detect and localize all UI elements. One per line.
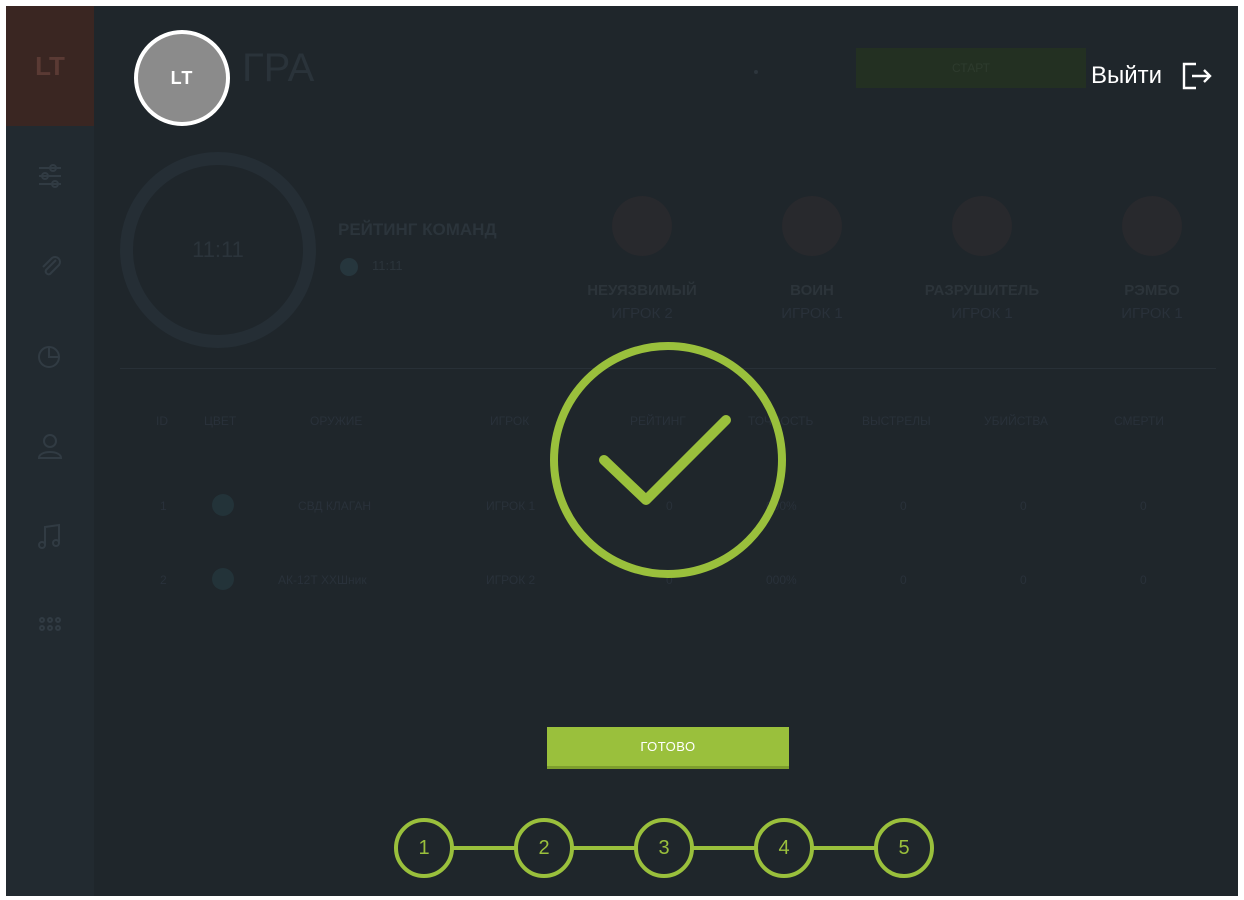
music-icon[interactable] bbox=[6, 516, 94, 556]
start-button[interactable]: СТАРТ bbox=[856, 48, 1086, 88]
cell-deaths: 0 bbox=[1140, 499, 1147, 513]
player-color-dot bbox=[212, 568, 234, 590]
cell-weapon: СВД КЛАГАН bbox=[298, 499, 372, 513]
check-circle-icon bbox=[546, 338, 790, 587]
user-icon[interactable] bbox=[6, 426, 94, 466]
user-avatar[interactable]: LT bbox=[134, 30, 230, 126]
ammo-belt-icon bbox=[1122, 196, 1182, 256]
player-color-dot bbox=[212, 494, 234, 516]
apps-grid-icon[interactable] bbox=[6, 606, 94, 646]
cell-deaths: 0 bbox=[1140, 573, 1147, 587]
column-header: ID bbox=[156, 414, 168, 428]
fist-icon bbox=[952, 196, 1012, 256]
cell-shots: 0 bbox=[900, 573, 907, 587]
column-header: ОРУЖИЕ bbox=[310, 414, 363, 428]
team-rating-title: РЕЙТИНГ КОМАНД bbox=[338, 220, 497, 239]
column-header: ВЫСТРЕЛЫ bbox=[862, 414, 931, 428]
cell-id: 2 bbox=[160, 573, 167, 587]
award-warrior: ВОИН ИГРОК 1 bbox=[732, 196, 892, 322]
step-indicator: 1 2 3 4 5 bbox=[394, 818, 942, 878]
cell-weapon: АК-12Т ХХШник bbox=[278, 573, 367, 587]
exit-button[interactable]: Выйти bbox=[1091, 58, 1214, 94]
sidebar: LT bbox=[6, 6, 94, 896]
award-player: ИГРОК 1 bbox=[951, 305, 1013, 322]
cell-player: ИГРОК 2 bbox=[486, 573, 536, 587]
award-title: ВОИН bbox=[790, 282, 834, 299]
paperclip-icon[interactable] bbox=[6, 246, 94, 286]
cell-kills: 0 bbox=[1020, 573, 1027, 587]
cell-shots: 0 bbox=[900, 499, 907, 513]
step-4[interactable]: 4 bbox=[754, 818, 814, 878]
pie-chart-icon[interactable] bbox=[6, 336, 94, 376]
exit-label: Выйти bbox=[1090, 62, 1162, 89]
step-3[interactable]: 3 bbox=[634, 818, 694, 878]
award-invulnerable: НЕУЯЗВИМЫЙ ИГРОК 2 bbox=[562, 196, 722, 322]
award-title: РЭМБО bbox=[1124, 282, 1180, 299]
cell-id: 1 bbox=[160, 499, 167, 513]
column-header: ЦВЕТ bbox=[204, 414, 237, 428]
star-wreath-icon bbox=[782, 196, 842, 256]
team-color-dot bbox=[340, 258, 358, 276]
done-button[interactable]: ГОТОВО bbox=[547, 727, 789, 769]
column-header: УБИЙСТВА bbox=[984, 414, 1048, 428]
award-rambo: РЭМБО ИГРОК 1 bbox=[1072, 196, 1232, 322]
settings-sliders-icon[interactable] bbox=[6, 156, 94, 196]
team-rating-value: 11:11 bbox=[372, 258, 403, 273]
column-header: ИГРОК bbox=[490, 414, 530, 428]
cell-player: ИГРОК 1 bbox=[486, 499, 536, 513]
page-title: ГРА bbox=[242, 46, 315, 90]
shield-star-icon bbox=[612, 196, 672, 256]
column-header: СМЕРТИ bbox=[1114, 414, 1164, 428]
exit-icon bbox=[1178, 58, 1214, 94]
step-2[interactable]: 2 bbox=[514, 818, 574, 878]
step-5[interactable]: 5 bbox=[874, 818, 934, 878]
award-player: ИГРОК 2 bbox=[611, 305, 673, 322]
award-player: ИГРОК 1 bbox=[781, 305, 843, 322]
step-1[interactable]: 1 bbox=[394, 818, 454, 878]
award-title: РАЗРУШИТЕЛЬ bbox=[924, 282, 1040, 299]
sidebar-logo: LT bbox=[6, 6, 94, 126]
award-player: ИГРОК 1 bbox=[1121, 305, 1183, 322]
award-destroyer: РАЗРУШИТЕЛЬ ИГРОК 1 bbox=[902, 196, 1062, 322]
timer-value: 11:11 bbox=[192, 237, 244, 262]
cell-kills: 0 bbox=[1020, 499, 1027, 513]
app-frame: LT ГРА СТАРТ 11:11 РЕЙТИНГ КОМАНД 11:11 … bbox=[6, 6, 1238, 896]
award-title: НЕУЯЗВИМЫЙ bbox=[587, 282, 697, 299]
header-dot bbox=[754, 70, 758, 74]
